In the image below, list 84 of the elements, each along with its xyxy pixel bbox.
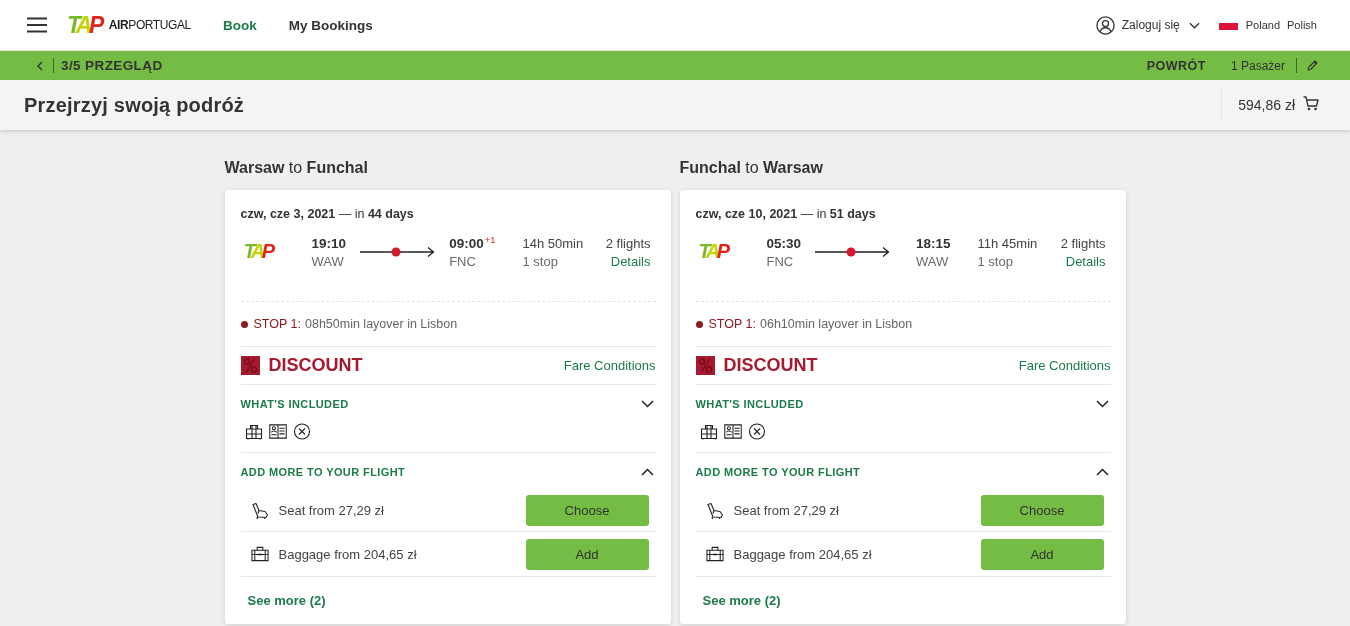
departure-time: 19:10: [311, 235, 347, 253]
airline-logo: TAP: [242, 241, 272, 261]
nav-tab[interactable]: Book: [222, 17, 257, 33]
extra-price: Seat from 27,29 zł: [733, 503, 839, 518]
logo-wordmark[interactable]: AIRPORTUGAL: [108, 18, 191, 32]
section-title[interactable]: ADD MORE TO YOUR FLIGHT: [240, 465, 406, 478]
flight-duration: 11h 45min: [977, 235, 1038, 253]
arrival-time: 18:15: [915, 235, 951, 253]
chevron-down-icon[interactable]: [1188, 21, 1200, 29]
layover-text: 08h50min layover in Lisbon: [305, 317, 458, 331]
passenger-count[interactable]: 1 Pasażer: [1230, 58, 1285, 73]
id-card-icon: [723, 423, 742, 440]
arrival-time: 09:00: [449, 235, 484, 253]
circle-x-icon: [747, 423, 766, 440]
trip-type: POWRÓT: [1146, 58, 1206, 73]
arrival-airport: WAW: [915, 253, 949, 271]
extra-price: Baggage from 204,65 zł: [733, 546, 872, 562]
back-icon[interactable]: [37, 60, 43, 71]
section-title[interactable]: WHAT'S INCLUDED: [240, 398, 349, 410]
section-title[interactable]: ADD MORE TO YOUR FLIGHT: [695, 465, 861, 478]
stop-count: 1 stop: [522, 253, 558, 271]
stop-dot-icon: [240, 320, 248, 328]
seat-icon: [705, 501, 724, 520]
departure-time: 05:30: [766, 235, 802, 253]
departure-airport: FNC: [766, 253, 794, 271]
nav-tab[interactable]: My Bookings: [288, 17, 373, 33]
luggage-icon: [244, 423, 263, 440]
route-heading: Funchal to Warsaw: [679, 158, 824, 178]
chevron-up-icon[interactable]: [640, 467, 654, 476]
stop-count: 1 stop: [977, 253, 1013, 271]
id-card-icon: [268, 423, 287, 440]
stop-label: STOP 1:: [708, 317, 756, 331]
stop-dot-icon: [695, 320, 703, 328]
logo-mark[interactable]: TAP: [67, 13, 101, 37]
add-baggage-button[interactable]: Add: [980, 538, 1104, 570]
flight-route-icon: [360, 246, 435, 258]
fare-conditions-link[interactable]: Fare Conditions: [563, 358, 656, 373]
extra-price: Baggage from 204,65 zł: [278, 546, 417, 562]
flag-icon[interactable]: [1218, 23, 1238, 30]
chevron-up-icon[interactable]: [1095, 467, 1109, 476]
add-baggage-button[interactable]: Add: [525, 538, 649, 570]
route-heading: Warsaw to Funchal: [224, 158, 369, 178]
flight-count: 2 flights: [1060, 235, 1106, 253]
fare-conditions-link[interactable]: Fare Conditions: [1018, 358, 1111, 373]
choose-seat-button[interactable]: Choose: [525, 495, 649, 526]
fare-name: DISCOUNT: [723, 355, 818, 376]
language-selector[interactable]: Polish: [1287, 19, 1317, 31]
arrival-airport: FNC: [449, 253, 476, 271]
suitcase-icon: [705, 545, 724, 563]
choose-seat-button[interactable]: Choose: [980, 495, 1104, 526]
seat-icon: [250, 501, 269, 520]
circle-x-icon: [292, 423, 311, 440]
flight-route-icon: [815, 246, 890, 258]
extra-price: Seat from 27,29 zł: [278, 503, 384, 518]
percent-icon: [240, 356, 260, 375]
luggage-icon: [699, 423, 718, 440]
country-selector[interactable]: Poland: [1245, 19, 1281, 31]
page-title: Przejrzyj swoją podróż: [24, 93, 244, 117]
day-offset: +1: [484, 235, 496, 245]
step-label: 3/5 PRZEGLĄD: [61, 58, 163, 73]
chevron-down-icon[interactable]: [1095, 400, 1109, 408]
see-more-link[interactable]: See more (2): [702, 593, 781, 608]
flight-count: 2 flights: [605, 235, 651, 253]
layover-text: 06h10min layover in Lisbon: [760, 317, 913, 331]
flight-duration: 14h 50min: [522, 235, 584, 253]
cart-icon[interactable]: [1303, 96, 1319, 111]
suitcase-icon: [250, 545, 269, 563]
departure-airport: WAW: [311, 253, 344, 271]
total-price: 594,86 zł: [1238, 97, 1295, 113]
chevron-down-icon[interactable]: [640, 400, 654, 408]
pencil-icon[interactable]: [1307, 60, 1318, 71]
user-icon[interactable]: [1095, 15, 1115, 35]
details-link[interactable]: Details: [610, 253, 651, 271]
details-link[interactable]: Details: [1065, 253, 1106, 271]
fare-name: DISCOUNT: [268, 355, 363, 376]
percent-icon: [695, 356, 715, 375]
flight-date: czw, cze 10, 2021 — in 51 days: [695, 206, 877, 222]
login-link[interactable]: Zaloguj się: [1121, 18, 1180, 32]
menu-icon[interactable]: [27, 17, 47, 33]
stop-label: STOP 1:: [253, 317, 301, 331]
airline-logo: TAP: [697, 241, 727, 261]
flight-date: czw, cze 3, 2021 — in 44 days: [240, 206, 415, 222]
section-title[interactable]: WHAT'S INCLUDED: [695, 398, 804, 410]
see-more-link[interactable]: See more (2): [247, 593, 326, 608]
